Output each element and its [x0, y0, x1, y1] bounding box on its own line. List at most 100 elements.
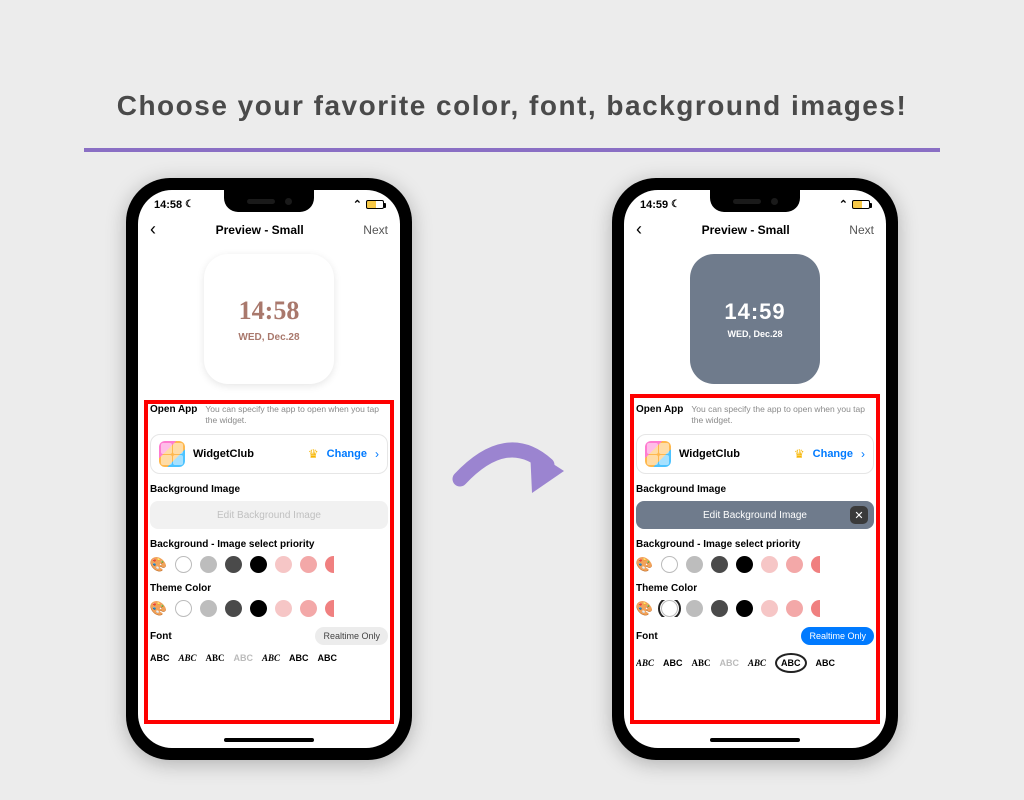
phone-notch	[710, 190, 800, 212]
color-swatch[interactable]	[250, 556, 267, 573]
color-swatch[interactable]	[175, 556, 192, 573]
battery-icon	[852, 200, 870, 209]
next-button[interactable]: Next	[363, 223, 388, 237]
font-sample[interactable]: ABC	[692, 658, 711, 668]
page-headline: Choose your favorite color, font, backgr…	[0, 0, 1024, 122]
app-icon	[159, 441, 185, 467]
widget-preview: 14:58 WED, Dec.28	[204, 254, 334, 384]
color-swatch[interactable]	[711, 556, 728, 573]
bg-color-swatches: 🎨	[636, 556, 874, 573]
color-swatch[interactable]	[275, 556, 292, 573]
color-swatch[interactable]	[225, 600, 242, 617]
font-sample-selected[interactable]: ABC	[775, 653, 807, 673]
font-sample[interactable]: ABC	[206, 653, 225, 663]
font-sample[interactable]: ABC	[663, 658, 683, 668]
font-sample[interactable]: ABC	[262, 653, 280, 663]
open-app-hint: You can specify the app to open when you…	[691, 404, 874, 426]
color-swatch[interactable]	[686, 556, 703, 573]
clear-bg-button[interactable]: ✕	[850, 506, 868, 524]
color-swatch[interactable]	[200, 556, 217, 573]
open-app-card[interactable]: WidgetClub ♛ Change ›	[150, 434, 388, 474]
widget-time: 14:58	[239, 296, 300, 326]
realtime-pill[interactable]: Realtime Only	[801, 627, 874, 645]
change-app-link[interactable]: Change	[813, 448, 853, 460]
font-sample[interactable]: ABC	[318, 653, 338, 663]
font-sample[interactable]: ABC	[150, 653, 170, 663]
color-swatch[interactable]	[661, 556, 678, 573]
palette-icon[interactable]: 🎨	[636, 600, 653, 617]
color-swatch[interactable]	[786, 556, 803, 573]
battery-icon	[366, 200, 384, 209]
font-sample[interactable]: ABC	[234, 653, 254, 663]
nav-title: Preview - Small	[216, 223, 304, 237]
phone-left: 14:58 ☾ ⌃ ‹ Preview - Small Next 14:58 W…	[126, 178, 412, 760]
phone-screen: 14:58 ☾ ⌃ ‹ Preview - Small Next 14:58 W…	[138, 190, 400, 748]
chevron-right-icon: ›	[375, 447, 379, 461]
open-app-label: Open App	[150, 404, 197, 426]
color-swatch[interactable]	[761, 600, 778, 617]
color-swatch[interactable]	[300, 600, 317, 617]
color-swatch[interactable]	[786, 600, 803, 617]
theme-color-swatches: 🎨	[636, 600, 874, 617]
edit-bg-text: Edit Background Image	[217, 510, 321, 521]
wifi-icon: ⌃	[839, 198, 848, 211]
chevron-right-icon: ›	[861, 447, 865, 461]
font-sample[interactable]: ABC	[720, 658, 740, 668]
font-label: Font	[150, 631, 172, 642]
color-swatch-overflow[interactable]	[325, 600, 334, 617]
color-swatch-selected[interactable]	[661, 600, 678, 617]
change-app-link[interactable]: Change	[327, 448, 367, 460]
options-section: Open App You can specify the app to open…	[138, 398, 400, 663]
edit-bg-image-button[interactable]: Edit Background Image	[150, 501, 388, 529]
font-sample[interactable]: ABC	[289, 653, 309, 663]
nav-title: Preview - Small	[702, 223, 790, 237]
palette-icon[interactable]: 🎨	[150, 600, 167, 617]
widget-date: WED, Dec.28	[238, 332, 299, 343]
widget-preview: 14:59 WED, Dec.28	[690, 254, 820, 384]
font-samples: ABC ABC ABC ABC ABC ABC ABC	[150, 653, 388, 663]
color-swatch[interactable]	[250, 600, 267, 617]
color-swatch-overflow[interactable]	[325, 556, 334, 573]
font-sample[interactable]: ABC	[748, 658, 766, 668]
headline-underline	[84, 148, 940, 152]
open-app-hint: You can specify the app to open when you…	[205, 404, 388, 426]
phones-row: 14:58 ☾ ⌃ ‹ Preview - Small Next 14:58 W…	[0, 178, 1024, 760]
bg-color-swatches: 🎨	[150, 556, 388, 573]
back-button[interactable]: ‹	[150, 219, 156, 240]
back-button[interactable]: ‹	[636, 219, 642, 240]
next-button[interactable]: Next	[849, 223, 874, 237]
color-swatch[interactable]	[736, 600, 753, 617]
color-swatch[interactable]	[300, 556, 317, 573]
color-swatch[interactable]	[175, 600, 192, 617]
bg-priority-label: Background - Image select priority	[150, 539, 388, 550]
color-swatch[interactable]	[761, 556, 778, 573]
home-indicator	[710, 738, 800, 742]
edit-bg-image-button[interactable]: Edit Background Image ✕	[636, 501, 874, 529]
options-section: Open App You can specify the app to open…	[624, 398, 886, 673]
color-swatch-overflow[interactable]	[811, 600, 820, 617]
realtime-pill[interactable]: Realtime Only	[315, 627, 388, 645]
phone-notch	[224, 190, 314, 212]
phone-right: 14:59 ☾ ⌃ ‹ Preview - Small Next 14:59 W…	[612, 178, 898, 760]
color-swatch[interactable]	[711, 600, 728, 617]
status-time: 14:59	[640, 199, 668, 211]
palette-icon[interactable]: 🎨	[150, 556, 167, 573]
palette-icon[interactable]: 🎨	[636, 556, 653, 573]
color-swatch[interactable]	[275, 600, 292, 617]
font-sample[interactable]: ABC	[179, 653, 197, 663]
color-swatch[interactable]	[225, 556, 242, 573]
edit-bg-text: Edit Background Image	[703, 510, 807, 521]
font-samples: ABC ABC ABC ABC ABC ABC ABC	[636, 653, 874, 673]
theme-color-label: Theme Color	[150, 583, 388, 594]
color-swatch-overflow[interactable]	[811, 556, 820, 573]
font-sample[interactable]: ABC	[816, 658, 836, 668]
nav-bar: ‹ Preview - Small Next	[624, 213, 886, 250]
color-swatch[interactable]	[736, 556, 753, 573]
open-app-card[interactable]: WidgetClub ♛ Change ›	[636, 434, 874, 474]
color-swatch[interactable]	[686, 600, 703, 617]
crown-icon: ♛	[308, 447, 319, 461]
crown-icon: ♛	[794, 447, 805, 461]
font-sample[interactable]: ABC	[636, 658, 654, 668]
phone-screen: 14:59 ☾ ⌃ ‹ Preview - Small Next 14:59 W…	[624, 190, 886, 748]
color-swatch[interactable]	[200, 600, 217, 617]
